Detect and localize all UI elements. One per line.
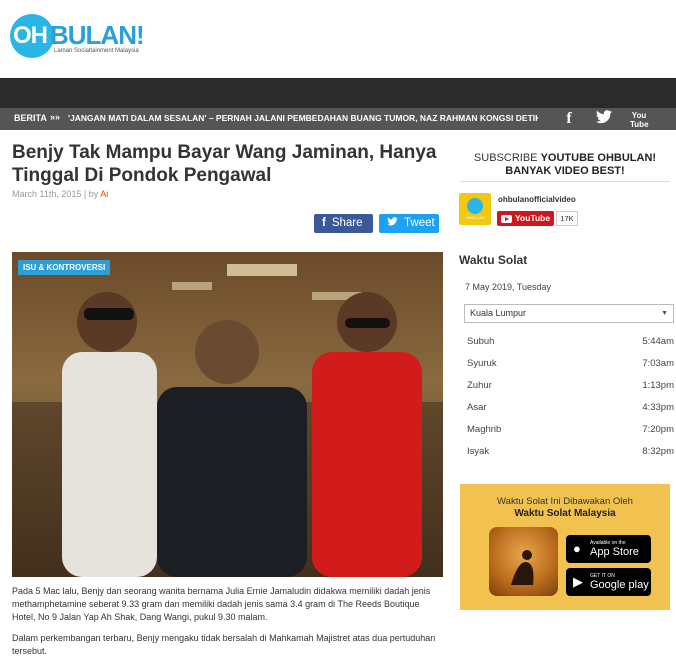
youtube-play-icon bbox=[501, 214, 512, 223]
prayer-row-maghrib: Maghrib 7:20pm bbox=[467, 424, 674, 438]
avatar-text: OHBULAN bbox=[465, 215, 485, 220]
prayer-row-subuh: Subuh 5:44am bbox=[467, 336, 674, 350]
prayer-row-asar: Asar 4:33pm bbox=[467, 402, 674, 416]
prayer-time: 1:13pm bbox=[642, 380, 674, 391]
prayer-name: Subuh bbox=[467, 336, 495, 347]
waktu-solat-title: Waktu Solat bbox=[459, 253, 528, 267]
chevron-down-icon: ▼ bbox=[661, 310, 668, 317]
subscribe-strong: YOUTUBE OHBULAN! bbox=[540, 152, 657, 164]
app-icon[interactable] bbox=[489, 527, 558, 596]
prayer-time: 5:44am bbox=[642, 336, 674, 347]
news-ticker: BERITA »» 'JANGAN MATI DALAM SESALAN' – … bbox=[0, 108, 676, 130]
twitter-icon bbox=[387, 217, 398, 229]
prayer-row-isyak: Isyak 8:32pm bbox=[467, 446, 674, 460]
youtube-button-label: YouTube bbox=[515, 213, 551, 223]
location-select[interactable]: Kuala Lumpur ▼ bbox=[464, 304, 674, 323]
googleplay-big: Google play bbox=[590, 579, 649, 591]
subscribe-heading: SUBSCRIBE YOUTUBE OHBULAN! BANYAK VIDEO … bbox=[460, 152, 670, 178]
subscriber-count: 17K bbox=[556, 211, 578, 226]
article-paragraph: Pada 5 Mac lalu, Benjy dan seorang wanit… bbox=[12, 586, 431, 622]
divider bbox=[460, 181, 670, 182]
logo-bulan-text: BULAN! bbox=[50, 20, 145, 50]
app-store-button[interactable]: ● Available on the App Store bbox=[566, 535, 651, 563]
tweet-button[interactable]: Tweet bbox=[379, 214, 439, 233]
news-ticker-label: BERITA bbox=[14, 113, 47, 123]
youtube-subscribe-button[interactable]: YouTube bbox=[497, 211, 554, 226]
subscribe-line2: BANYAK VIDEO BEST! bbox=[505, 165, 625, 177]
logo-oh-text: OH bbox=[13, 22, 48, 49]
article-author-link[interactable]: Ai bbox=[100, 189, 108, 199]
site-logo[interactable]: OH BULAN! Laman Socialtainment Malaysia bbox=[10, 12, 160, 60]
subscribe-prefix: SUBSCRIBE bbox=[473, 152, 538, 164]
news-ticker-headline[interactable]: 'JANGAN MATI DALAM SESALAN' – PERNAH JAL… bbox=[68, 113, 538, 123]
prayer-row-zuhur: Zuhur 1:13pm bbox=[467, 380, 674, 394]
avatar-circle bbox=[467, 198, 483, 214]
prayer-name: Maghrib bbox=[467, 424, 502, 435]
facebook-icon: f bbox=[322, 217, 326, 229]
apple-icon: ● bbox=[573, 541, 581, 556]
prayer-time: 8:32pm bbox=[642, 446, 674, 457]
share-label: Share bbox=[331, 217, 363, 229]
prayer-name: Syuruk bbox=[467, 358, 497, 369]
prayer-name: Zuhur bbox=[467, 380, 492, 391]
article-date: March 11th, 2015 bbox=[12, 189, 82, 199]
ad-line2: Waktu Solat Malaysia bbox=[514, 508, 616, 519]
article-paragraph: Dalam perkembangan terbaru, Benjy mengak… bbox=[12, 633, 436, 656]
appstore-big: App Store bbox=[590, 546, 639, 558]
location-selected: Kuala Lumpur bbox=[470, 308, 527, 318]
waktu-solat-date: 7 May 2019, Tuesday bbox=[465, 282, 552, 292]
facebook-share-button[interactable]: f Share bbox=[314, 214, 373, 233]
youtube-icon[interactable]: You Tube bbox=[630, 111, 649, 129]
by-label: by bbox=[88, 189, 99, 199]
prayer-name: Asar bbox=[467, 402, 487, 413]
prayer-time: 4:33pm bbox=[642, 402, 674, 413]
ad-line1: Waktu Solat Ini Dibawakan Oleh bbox=[497, 496, 633, 507]
prayer-name: Isyak bbox=[467, 446, 490, 457]
channel-name[interactable]: ohbulanofficialvideo bbox=[498, 195, 576, 204]
channel-avatar[interactable]: OHBULAN bbox=[459, 193, 491, 225]
google-play-icon: ▶ bbox=[573, 574, 583, 589]
category-tag[interactable]: ISU & KONTROVERSI bbox=[18, 260, 111, 275]
double-chevron-icon: »» bbox=[50, 112, 61, 122]
tweet-label: Tweet bbox=[404, 217, 435, 229]
prayer-time: 7:03am bbox=[642, 358, 674, 369]
google-play-button[interactable]: ▶ GET IT ON Google play bbox=[566, 568, 651, 596]
article-meta: March 11th, 2015 | by Ai bbox=[12, 189, 108, 199]
facebook-icon[interactable]: f bbox=[562, 110, 576, 128]
prayer-row-syuruk: Syuruk 7:03am bbox=[467, 358, 674, 372]
prayer-time: 7:20pm bbox=[642, 424, 674, 435]
logo-tagline: Laman Socialtainment Malaysia bbox=[54, 48, 139, 54]
article-photo bbox=[12, 252, 443, 577]
twitter-icon[interactable] bbox=[596, 110, 612, 128]
article-title: Benjy Tak Mampu Bayar Wang Jaminan, Hany… bbox=[12, 142, 437, 186]
main-nav-bar bbox=[0, 78, 676, 108]
